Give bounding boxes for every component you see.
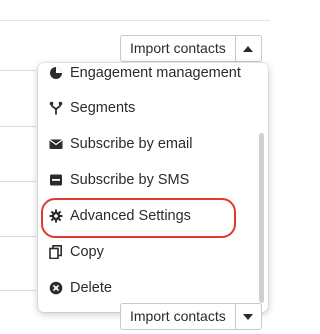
import-contacts-button[interactable]: Import contacts	[120, 35, 236, 62]
more-actions-toggle[interactable]	[235, 35, 262, 62]
menu-item-label: Subscribe by SMS	[70, 172, 190, 188]
more-actions-toggle-bottom[interactable]	[235, 303, 262, 330]
copy-icon	[49, 245, 62, 259]
pie-chart-icon	[50, 67, 62, 79]
row-divider	[0, 126, 36, 127]
row-divider	[0, 290, 36, 291]
menu-item-label: Segments	[70, 100, 136, 116]
import-contacts-split-button: Import contacts	[120, 35, 262, 62]
row-divider	[0, 236, 36, 237]
import-contacts-button-bottom[interactable]: Import contacts	[120, 303, 236, 330]
menu-item-label: Copy	[70, 244, 104, 260]
more-actions-menu: Engagement management Segments Subscribe…	[38, 63, 268, 312]
row-divider	[0, 181, 36, 182]
menu-item-delete[interactable]: Delete	[38, 270, 256, 306]
menu-item-engagement-management[interactable]: Engagement management	[38, 63, 256, 91]
row-divider	[0, 70, 36, 71]
menu-scrollbar[interactable]	[259, 133, 264, 303]
menu-item-label: Engagement management	[70, 65, 241, 81]
menu-item-segments[interactable]: Segments	[38, 90, 256, 126]
envelope-icon	[49, 139, 63, 149]
caret-down-icon	[243, 313, 254, 320]
page-divider	[0, 20, 270, 21]
menu-item-subscribe-by-sms[interactable]: Subscribe by SMS	[38, 162, 256, 198]
caret-up-icon	[243, 45, 254, 52]
menu-item-subscribe-by-email[interactable]: Subscribe by email	[38, 126, 256, 162]
menu-item-advanced-settings[interactable]: Advanced Settings	[38, 198, 256, 234]
delete-circle-icon	[49, 281, 63, 295]
import-contacts-split-button-bottom: Import contacts	[120, 303, 262, 330]
menu-item-label: Delete	[70, 280, 112, 296]
menu-item-label: Advanced Settings	[70, 208, 191, 224]
menu-item-copy[interactable]: Copy	[38, 234, 256, 270]
gear-icon	[49, 209, 63, 223]
branch-icon	[49, 101, 63, 115]
sms-icon	[50, 174, 62, 186]
menu-item-label: Subscribe by email	[70, 136, 193, 152]
